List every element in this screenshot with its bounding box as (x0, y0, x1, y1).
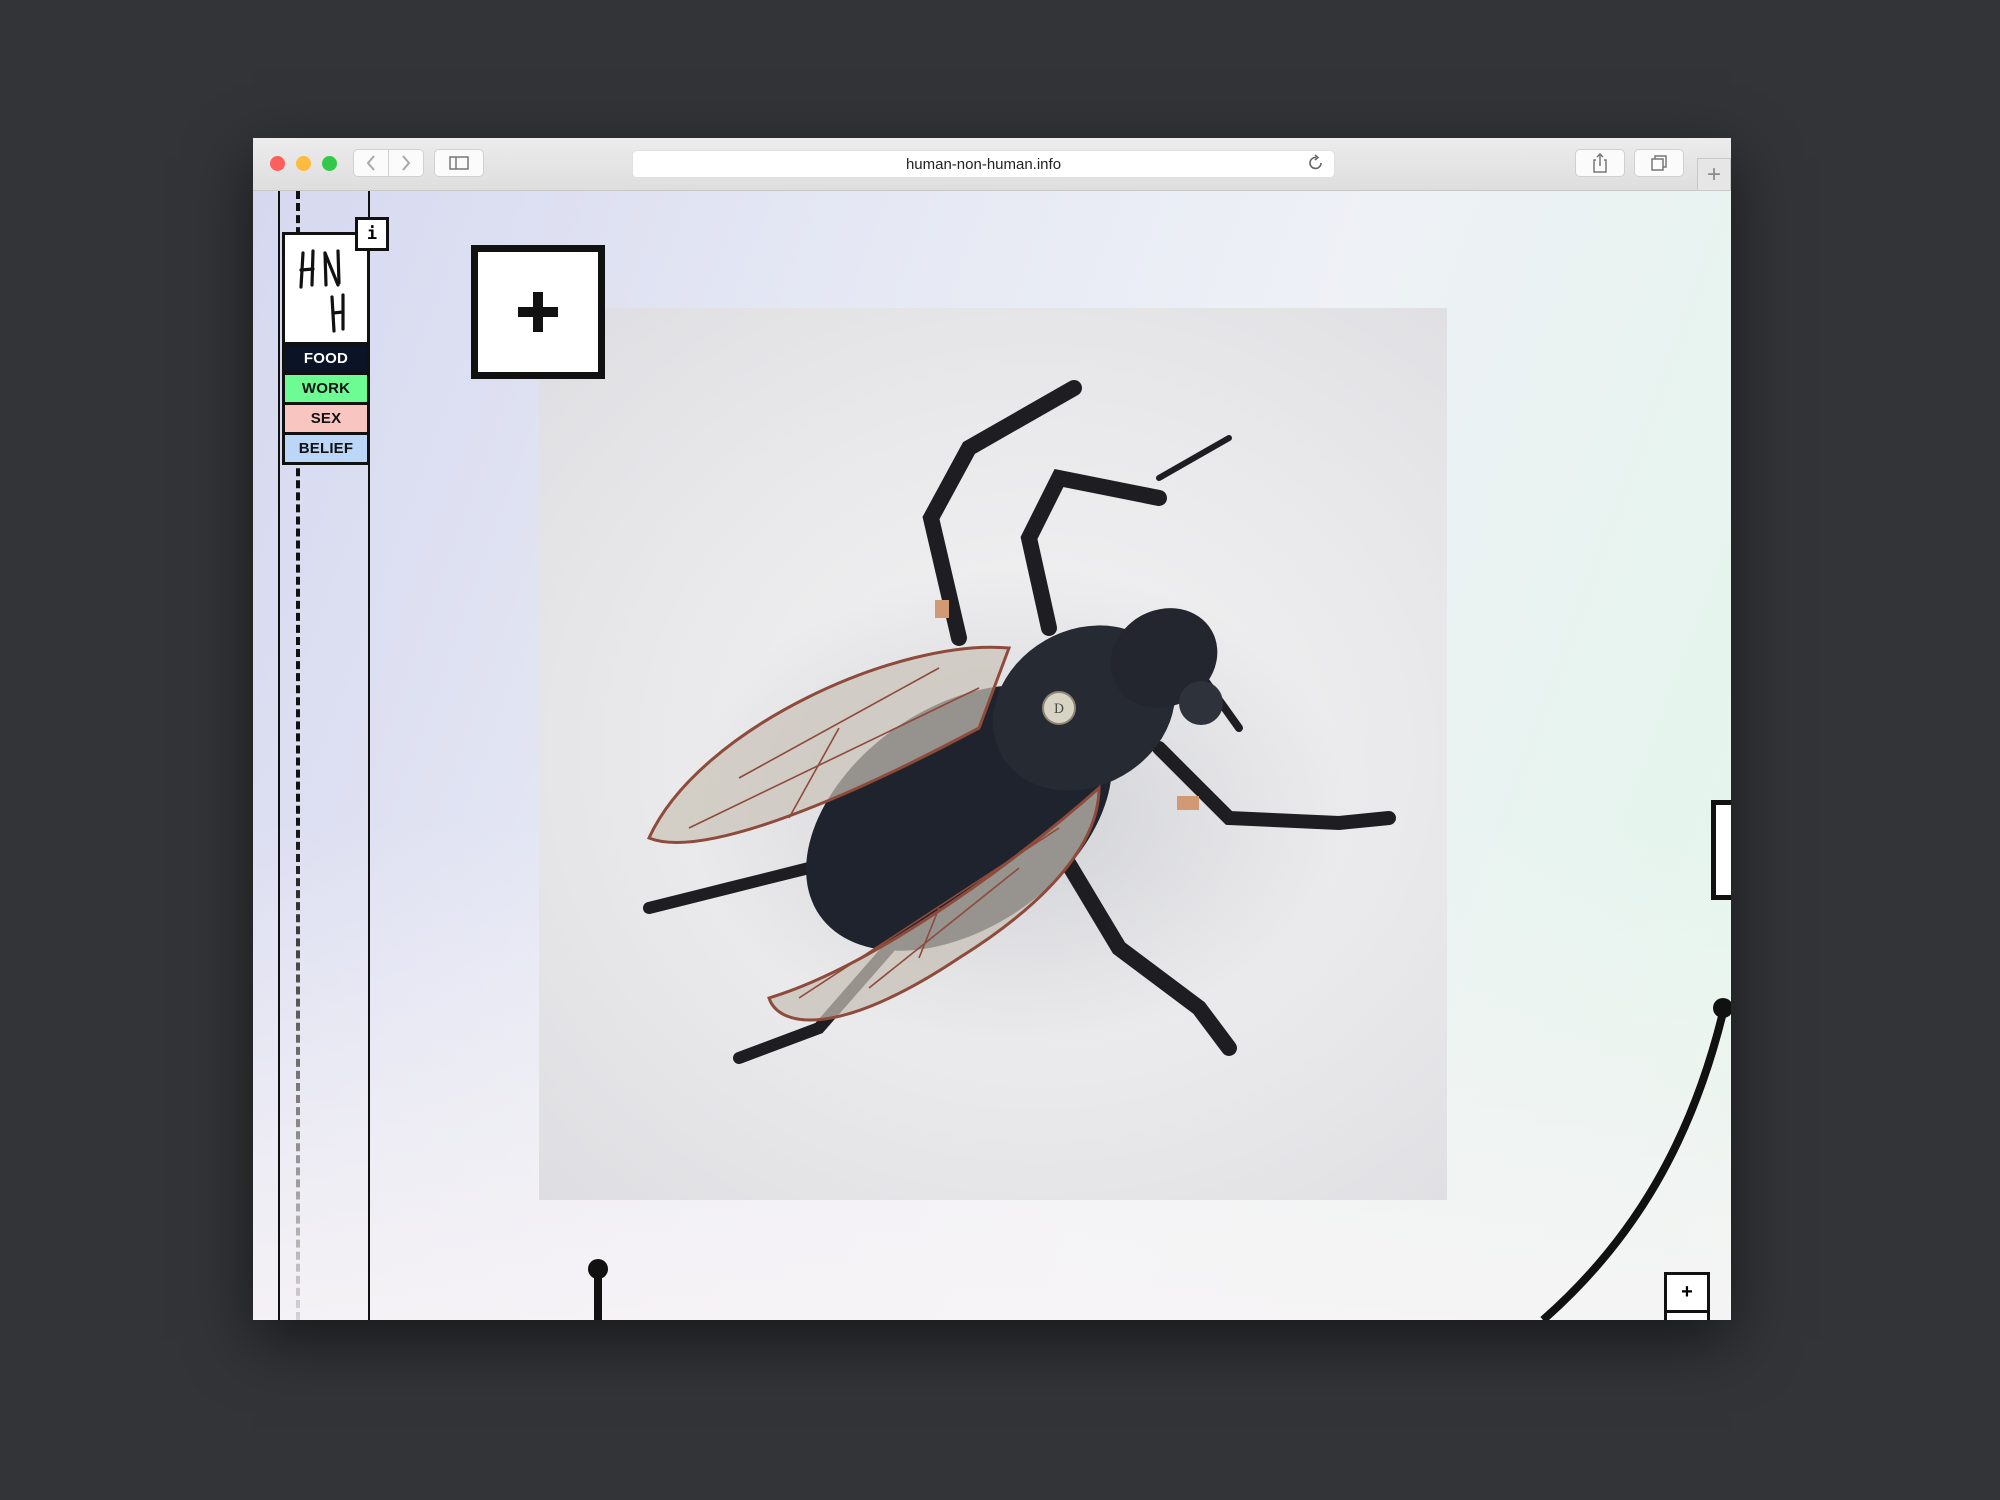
zoom-out-button[interactable]: - (1664, 1310, 1710, 1320)
back-button[interactable] (353, 149, 389, 177)
chevron-left-icon (366, 155, 375, 171)
close-window-button[interactable] (270, 156, 285, 171)
plus-icon (518, 292, 558, 332)
url-text: human-non-human.info (905, 155, 1062, 173)
nav-item-sex[interactable]: SEX (282, 402, 370, 435)
reload-button[interactable] (1308, 154, 1324, 177)
nav-item-work[interactable]: WORK (282, 372, 370, 405)
minimize-window-button[interactable] (296, 156, 311, 171)
zoom-in-button[interactable]: + (1664, 1272, 1710, 1313)
expand-button[interactable] (471, 245, 605, 379)
node-dot-right[interactable] (1713, 998, 1731, 1018)
tabs-icon (1651, 155, 1667, 171)
show-tabs-button[interactable] (1634, 149, 1684, 177)
nav-item-belief[interactable]: BELIEF (282, 432, 370, 465)
sidebar-toggle-button[interactable] (434, 149, 484, 177)
node-dot-bottom[interactable] (588, 1259, 608, 1279)
info-button[interactable]: i (355, 217, 389, 251)
nav-item-food[interactable]: FOOD (282, 342, 370, 375)
zoom-controls: + - (1664, 1272, 1710, 1320)
reload-icon (1309, 154, 1322, 170)
maximize-window-button[interactable] (322, 156, 337, 171)
forward-button[interactable] (388, 149, 424, 177)
page-canvas[interactable]: i FOOD WORK SEX BELIEF D + (253, 191, 1731, 1320)
new-tab-button[interactable]: + (1697, 158, 1731, 190)
browser-window: human-non-human.info + i FOOD WORK SEX B… (253, 138, 1731, 1320)
share-icon (1593, 153, 1607, 173)
sidebar-icon (449, 156, 469, 170)
category-nav: FOOD WORK SEX BELIEF (282, 342, 370, 465)
share-button[interactable] (1575, 149, 1625, 177)
chevron-right-icon (402, 155, 411, 171)
offscreen-item-box[interactable] (1711, 800, 1731, 900)
address-bar[interactable]: human-non-human.info (632, 150, 1335, 178)
browser-toolbar: human-non-human.info + (253, 138, 1731, 191)
